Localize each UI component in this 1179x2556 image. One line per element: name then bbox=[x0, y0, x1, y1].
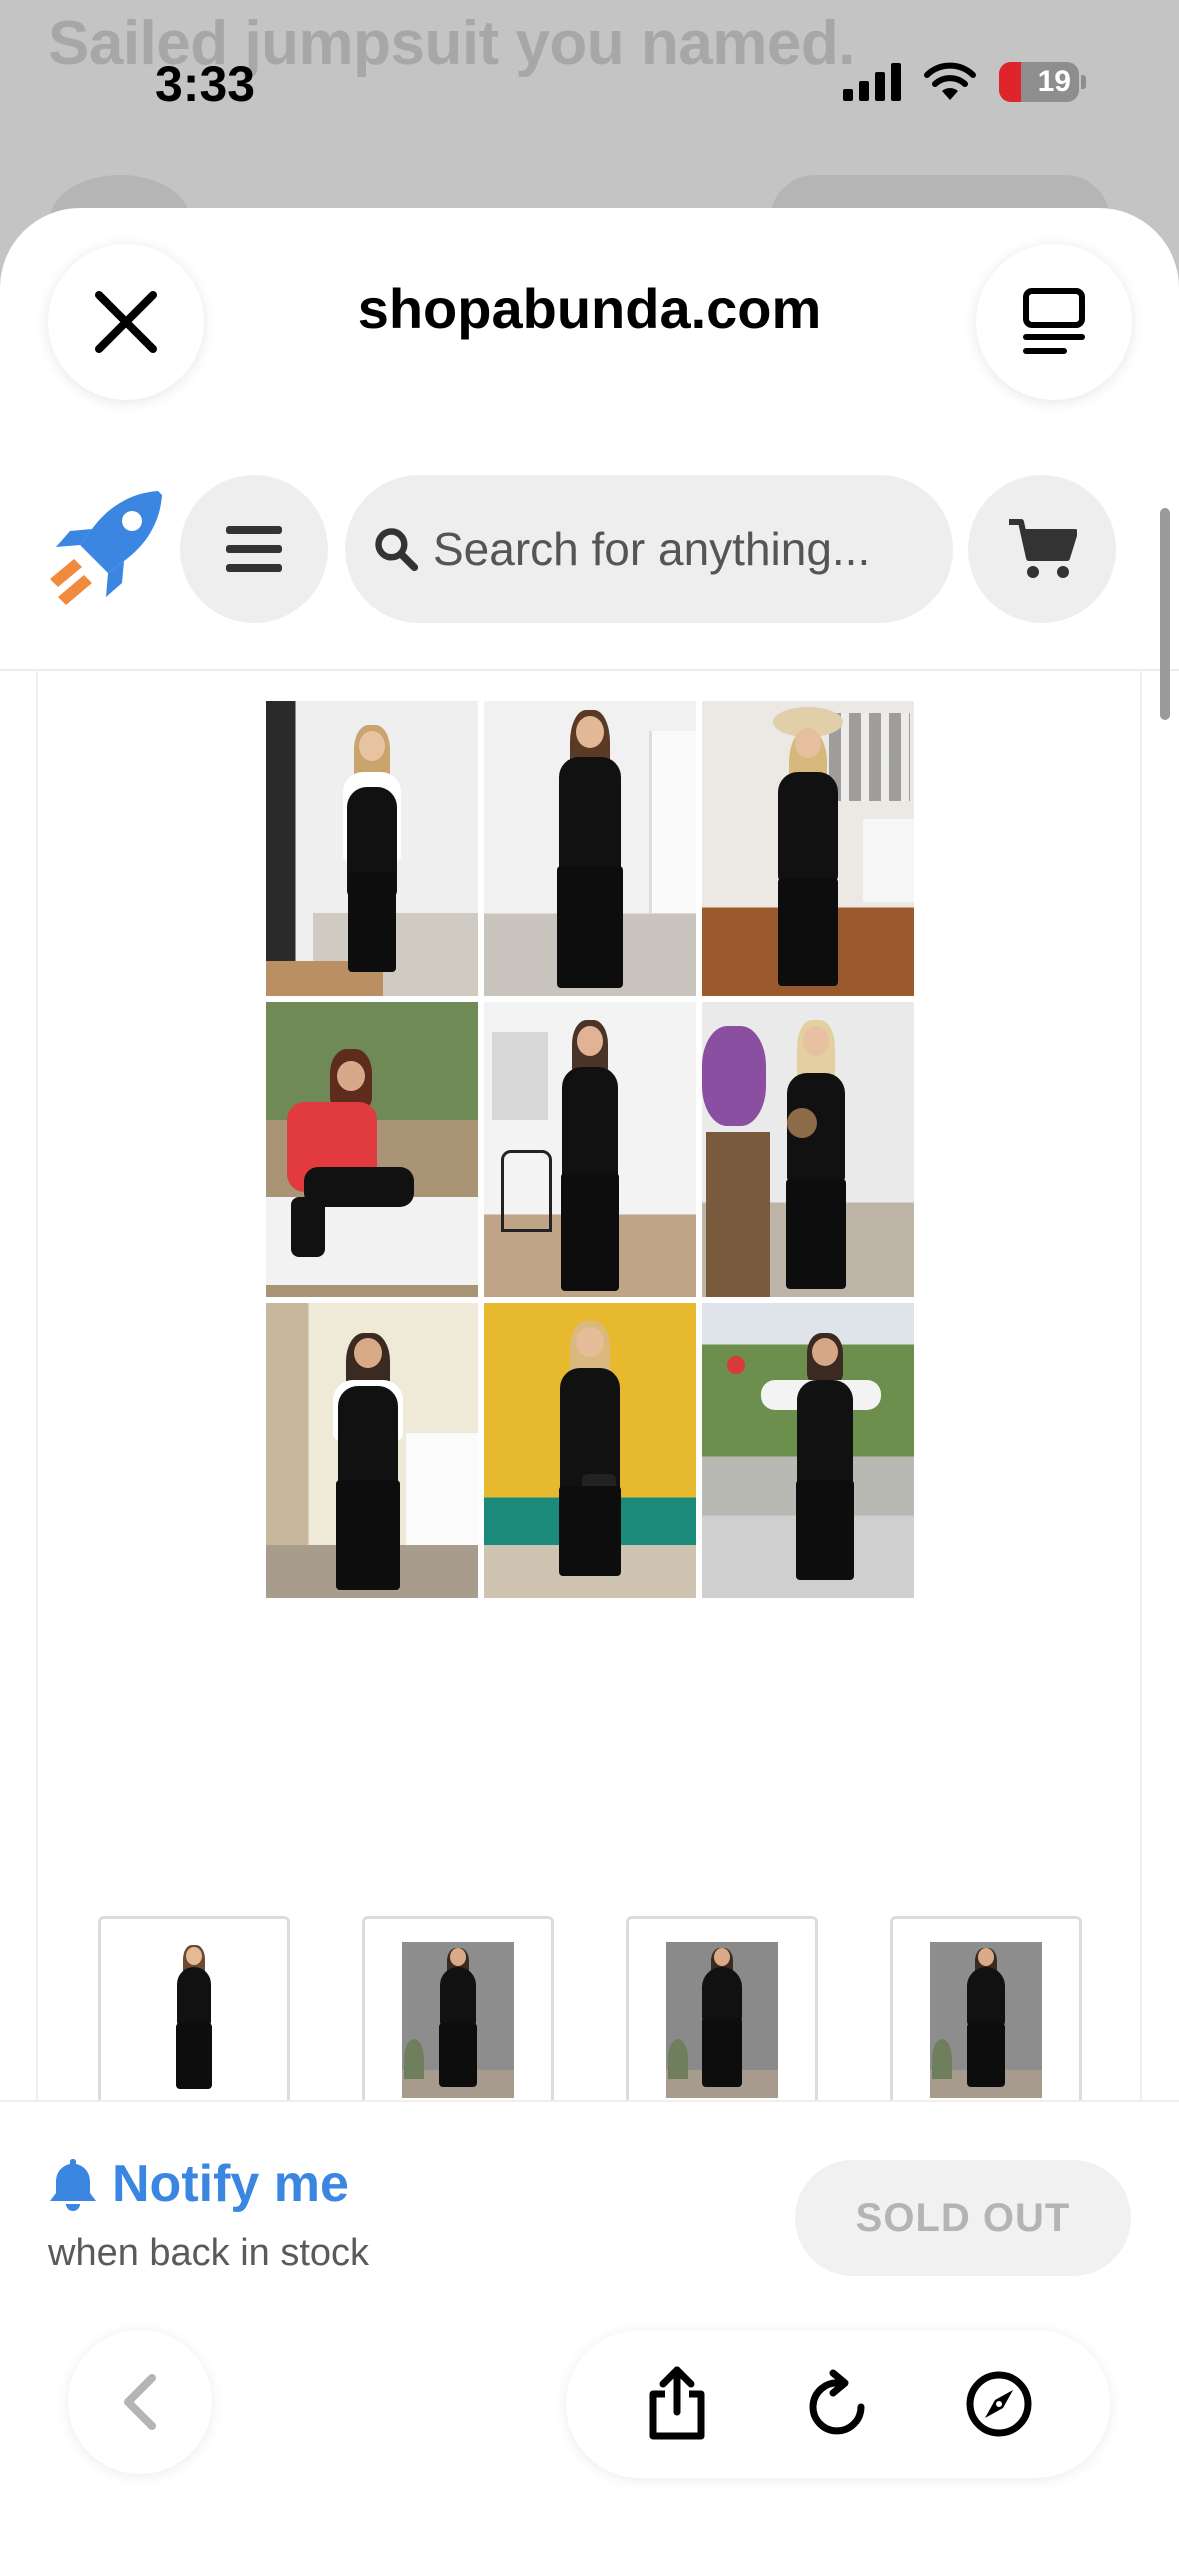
purchase-bar: Notify me when back in stock SOLD OUT bbox=[0, 2100, 1179, 2556]
product-gallery bbox=[36, 671, 1142, 2311]
thumbnail-image bbox=[930, 1942, 1042, 2098]
reload-icon bbox=[809, 2369, 865, 2435]
collage-photo bbox=[266, 701, 478, 996]
battery-icon: 19 bbox=[999, 62, 1086, 102]
thumbnail[interactable] bbox=[890, 1916, 1082, 2124]
wifi-icon bbox=[924, 62, 976, 100]
main-product-image[interactable] bbox=[266, 701, 916, 1601]
site-header bbox=[0, 463, 1179, 671]
collage-photo bbox=[702, 1002, 914, 1297]
status-icons: 19 bbox=[843, 62, 1086, 102]
signal-icon bbox=[843, 63, 901, 101]
reload-button[interactable] bbox=[788, 2354, 888, 2454]
search-input[interactable] bbox=[433, 522, 953, 576]
cart-icon bbox=[1009, 519, 1077, 578]
collage-photo bbox=[702, 701, 914, 996]
bell-icon bbox=[50, 2159, 96, 2211]
chevron-left-icon bbox=[124, 2374, 156, 2430]
scroll-indicator[interactable] bbox=[1160, 508, 1170, 720]
thumbnail[interactable] bbox=[626, 1916, 818, 2124]
sold-out-button[interactable]: SOLD OUT bbox=[795, 2160, 1131, 2276]
share-button[interactable] bbox=[627, 2354, 727, 2454]
thumbnail-row bbox=[98, 1916, 1082, 2124]
search-bar[interactable] bbox=[345, 475, 953, 623]
search-icon bbox=[375, 528, 419, 572]
thumbnail-image bbox=[402, 1942, 514, 2098]
notify-me-link[interactable]: Notify me bbox=[48, 2154, 349, 2214]
compass-icon bbox=[966, 2371, 1032, 2437]
back-button[interactable] bbox=[68, 2330, 212, 2474]
notify-sub-label: when back in stock bbox=[48, 2232, 370, 2274]
thumbnail[interactable] bbox=[362, 1916, 554, 2124]
browser-actions bbox=[566, 2330, 1110, 2478]
collage-photo bbox=[266, 1303, 478, 1598]
collage-photo bbox=[484, 1002, 696, 1297]
reader-mode-button[interactable] bbox=[976, 244, 1132, 400]
menu-button[interactable] bbox=[180, 475, 328, 623]
notify-me-label: Notify me bbox=[112, 2155, 349, 2213]
rocket-logo[interactable] bbox=[40, 483, 170, 613]
thumbnail-image bbox=[666, 1942, 778, 2098]
browser-sheet: shopabunda.com Search for anything... No… bbox=[0, 208, 1179, 2556]
collage-photo bbox=[484, 1303, 696, 1598]
reader-mode-icon bbox=[1023, 288, 1085, 354]
hamburger-menu-icon bbox=[226, 526, 282, 572]
thumbnail[interactable] bbox=[98, 1916, 290, 2124]
collage-photo bbox=[702, 1303, 914, 1598]
thumbnail-image bbox=[138, 1942, 250, 2098]
battery-level: 19 bbox=[1037, 65, 1071, 98]
collage-photo bbox=[266, 1002, 478, 1297]
share-icon bbox=[649, 2366, 705, 2440]
status-time: 3:33 bbox=[155, 56, 256, 112]
collage-photo bbox=[484, 701, 696, 996]
cart-button[interactable] bbox=[968, 475, 1116, 623]
safari-button[interactable] bbox=[949, 2354, 1049, 2454]
